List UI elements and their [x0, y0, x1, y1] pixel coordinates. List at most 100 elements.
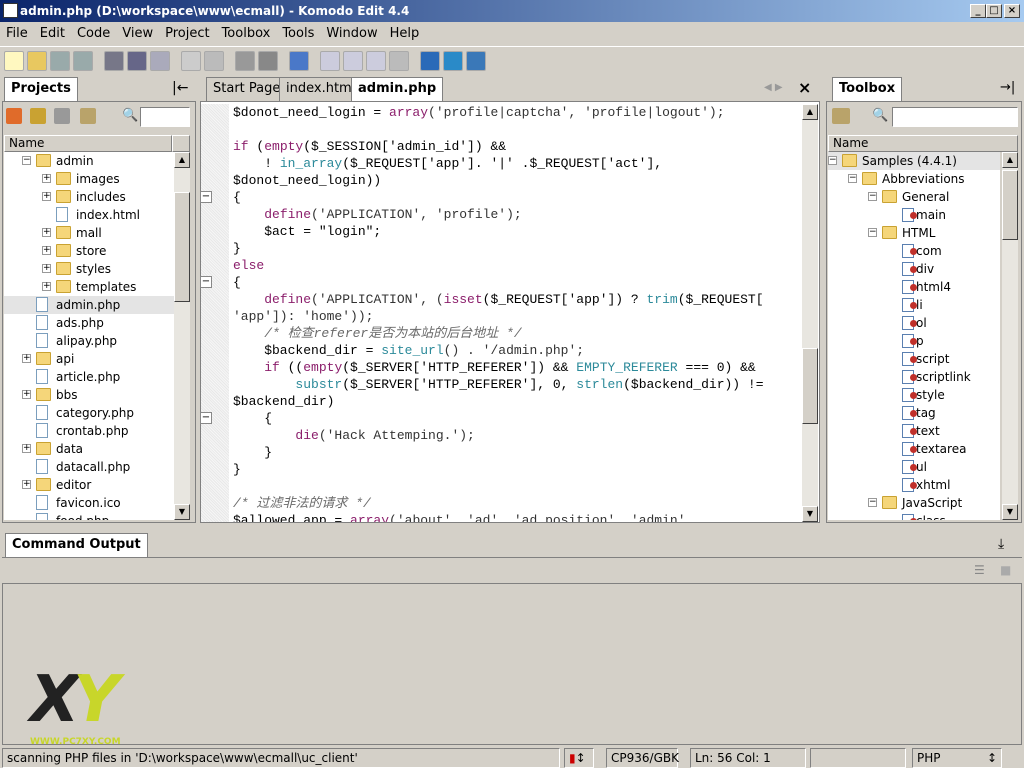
scroll-tabs-left-icon[interactable]: ◀ ▶: [764, 82, 783, 93]
tree-item[interactable]: article.php: [4, 368, 174, 386]
tree-item[interactable]: category.php: [4, 404, 174, 422]
minimize-pane-icon[interactable]: ⤓: [998, 536, 1004, 552]
menu-project[interactable]: Project: [159, 26, 215, 41]
layout-left-icon[interactable]: [320, 50, 340, 71]
tree-item[interactable]: ads.php: [4, 314, 174, 332]
tree-item[interactable]: com: [828, 242, 1000, 260]
editor-scrollbar[interactable]: ▲ ▼: [802, 104, 818, 522]
save-all-icon[interactable]: [73, 50, 93, 71]
tree-item[interactable]: datacall.php: [4, 458, 174, 476]
copy-icon[interactable]: [127, 50, 147, 71]
expand-icon[interactable]: +: [42, 264, 51, 273]
code-editor[interactable]: $donot_need_login = array('profile|captc…: [229, 104, 801, 522]
menu-view[interactable]: View: [116, 26, 159, 41]
tree-item[interactable]: + images: [4, 170, 174, 188]
expand-icon[interactable]: +: [42, 246, 51, 255]
tree-item[interactable]: alipay.php: [4, 332, 174, 350]
fold-toggle-icon[interactable]: −: [200, 412, 212, 424]
close-tab-icon[interactable]: ×: [798, 78, 811, 97]
tree-item[interactable]: + includes: [4, 188, 174, 206]
tree-item[interactable]: − Samples (4.4.1): [828, 152, 1000, 170]
menu-window[interactable]: Window: [320, 26, 383, 41]
fold-toggle-icon[interactable]: −: [200, 191, 212, 203]
new-project-icon[interactable]: [6, 108, 22, 124]
cut-icon[interactable]: [104, 50, 124, 71]
tab-toolbox[interactable]: Toolbox: [832, 77, 903, 101]
tree-item[interactable]: text: [828, 422, 1000, 440]
tree-item[interactable]: + templates: [4, 278, 174, 296]
expand-icon[interactable]: +: [42, 282, 51, 291]
save-icon[interactable]: [50, 50, 70, 71]
collapse-icon[interactable]: −: [22, 156, 31, 165]
network-icon[interactable]: [443, 50, 463, 71]
close-button[interactable]: ×: [1004, 4, 1020, 18]
editor-tab[interactable]: index.html: [279, 77, 363, 101]
encoding-status[interactable]: CP936/GBK: [606, 748, 679, 768]
open-file-icon[interactable]: [27, 50, 47, 71]
lint-status-icon[interactable]: ▮↕: [564, 748, 594, 768]
toolbox-name-column[interactable]: Name: [828, 135, 1018, 152]
expand-icon[interactable]: +: [22, 390, 31, 399]
collapse-icon[interactable]: −: [848, 174, 857, 183]
paste-icon[interactable]: [150, 50, 170, 71]
collapse-icon[interactable]: −: [868, 228, 877, 237]
tab-projects[interactable]: Projects: [4, 77, 78, 101]
browser-icon[interactable]: [289, 50, 309, 71]
stop-icon[interactable]: ■: [1000, 563, 1011, 577]
projects-name-column[interactable]: Name: [4, 135, 172, 152]
tree-item[interactable]: tag: [828, 404, 1000, 422]
tab-command-output[interactable]: Command Output: [5, 533, 148, 557]
tree-item[interactable]: index.html: [4, 206, 174, 224]
debug-icon[interactable]: [466, 50, 486, 71]
expand-icon[interactable]: +: [42, 174, 51, 183]
open-project-icon[interactable]: [30, 108, 46, 124]
projects-scrollbar[interactable]: ▲ ▼: [174, 152, 190, 520]
tree-item[interactable]: crontab.php: [4, 422, 174, 440]
language-select[interactable]: PHP ↕: [912, 748, 1002, 768]
new-file-icon[interactable]: [4, 50, 24, 71]
tree-item[interactable]: div: [828, 260, 1000, 278]
tree-item[interactable]: xhtml: [828, 476, 1000, 494]
tree-item[interactable]: food.php: [4, 512, 174, 520]
redo-icon[interactable]: [204, 50, 224, 71]
menu-code[interactable]: Code: [71, 26, 116, 41]
tree-item[interactable]: − admin: [4, 152, 174, 170]
maximize-button[interactable]: □: [986, 4, 1002, 18]
tree-item[interactable]: + styles: [4, 260, 174, 278]
collapse-icon[interactable]: −: [868, 498, 877, 507]
layout-bottom-icon[interactable]: [343, 50, 363, 71]
tree-item[interactable]: admin.php: [4, 296, 174, 314]
tree-item[interactable]: − Abbreviations: [828, 170, 1000, 188]
collapse-icon[interactable]: −: [868, 192, 877, 201]
tree-item[interactable]: + bbs: [4, 386, 174, 404]
expand-icon[interactable]: +: [42, 228, 51, 237]
tree-item[interactable]: + editor: [4, 476, 174, 494]
tree-item[interactable]: style: [828, 386, 1000, 404]
tree-item[interactable]: script: [828, 350, 1000, 368]
expand-icon[interactable]: +: [22, 354, 31, 363]
tree-item[interactable]: ul: [828, 458, 1000, 476]
toolbox-icon[interactable]: [420, 50, 440, 71]
tree-item[interactable]: − General: [828, 188, 1000, 206]
toolbox-filter-input[interactable]: [892, 107, 1018, 127]
tree-item[interactable]: + store: [4, 242, 174, 260]
project-menu-icon[interactable]: [80, 108, 96, 124]
tree-item[interactable]: ol: [828, 314, 1000, 332]
editor-tab[interactable]: admin.php: [351, 77, 444, 101]
tree-item[interactable]: p: [828, 332, 1000, 350]
tree-item[interactable]: − JavaScript: [828, 494, 1000, 512]
collapse-icon[interactable]: −: [828, 156, 837, 165]
projects-filter-input[interactable]: [140, 107, 190, 127]
tree-item[interactable]: class: [828, 512, 1000, 520]
list-view-icon[interactable]: ☰: [974, 563, 985, 577]
menu-help[interactable]: Help: [384, 26, 426, 41]
collapse-pane-icon[interactable]: |←: [172, 80, 188, 96]
tree-item[interactable]: html4: [828, 278, 1000, 296]
menu-file[interactable]: File: [0, 26, 34, 41]
tree-item[interactable]: main: [828, 206, 1000, 224]
expand-icon[interactable]: +: [22, 444, 31, 453]
tree-item[interactable]: − HTML: [828, 224, 1000, 242]
column-picker-icon[interactable]: [172, 135, 190, 152]
layout-right-icon[interactable]: [366, 50, 386, 71]
save-project-icon[interactable]: [54, 108, 70, 124]
